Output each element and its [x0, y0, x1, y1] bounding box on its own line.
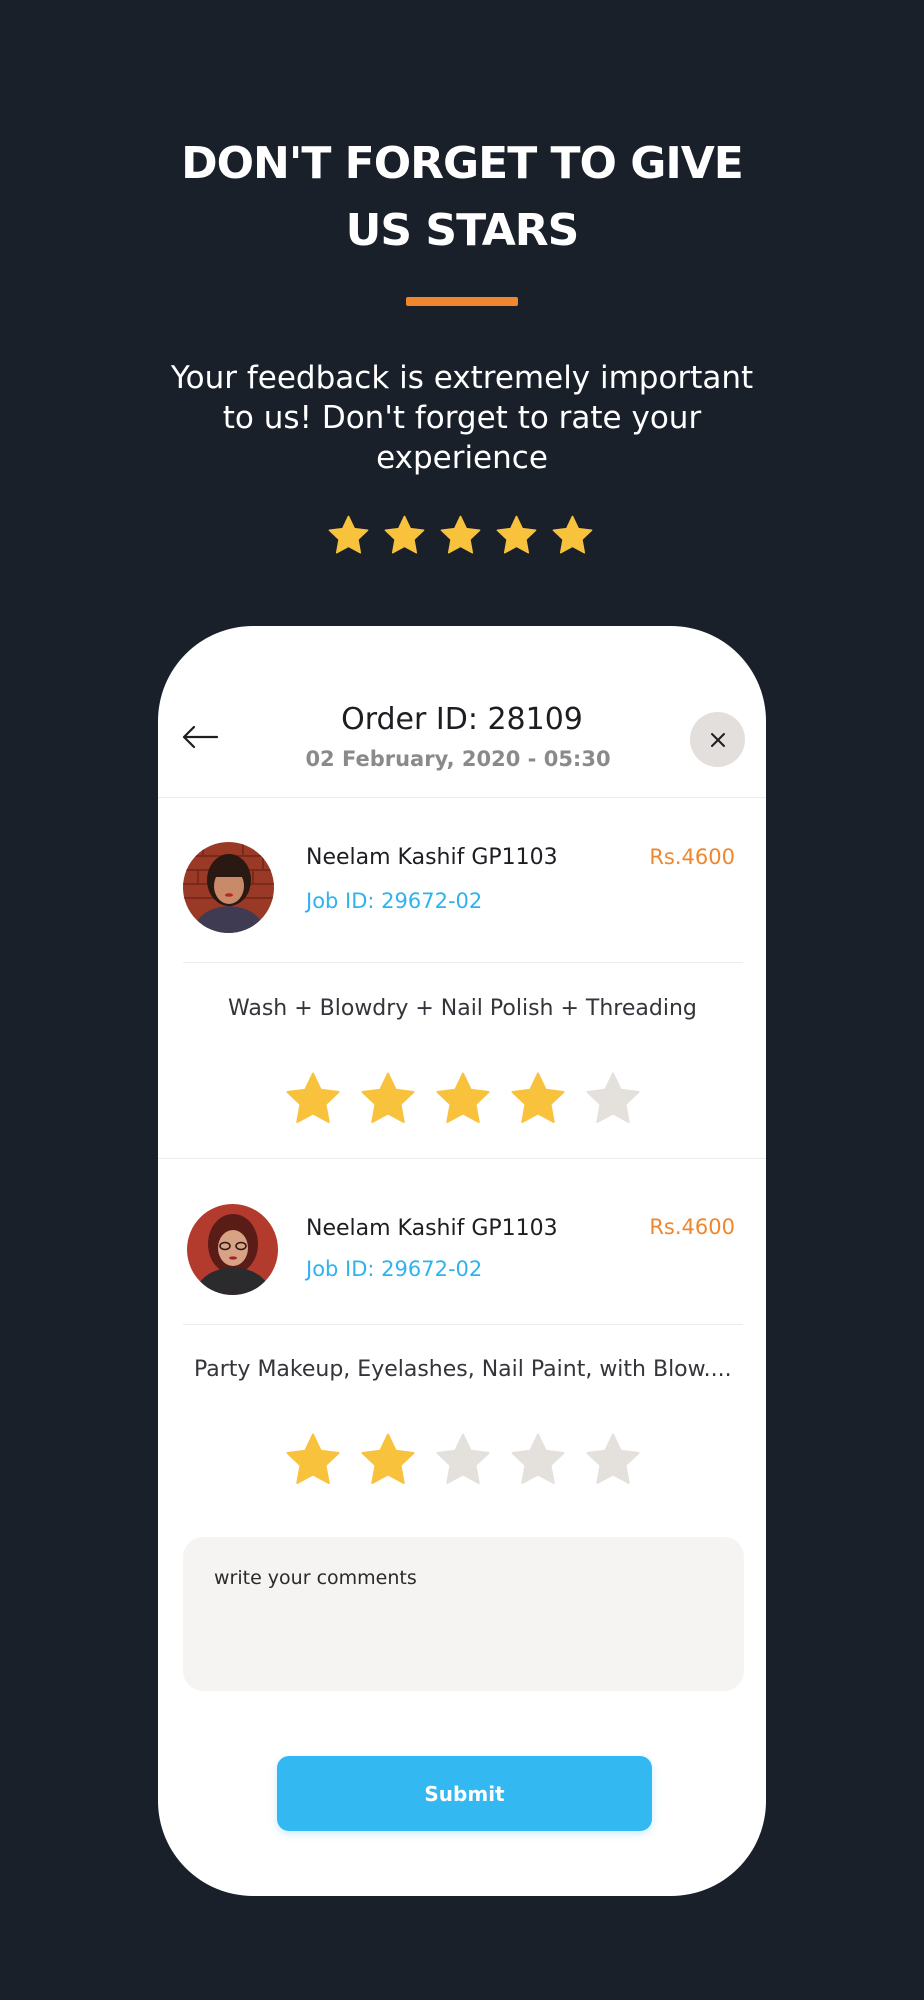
order-id-title: Order ID: 28109 — [341, 702, 583, 737]
star-empty-icon[interactable] — [433, 1430, 493, 1490]
provider-name: Neelam Kashif GP1103 — [306, 845, 558, 870]
star-icon — [552, 515, 593, 554]
provider-avatar — [187, 1204, 278, 1295]
star-empty-icon[interactable] — [508, 1430, 568, 1490]
star-empty-icon[interactable] — [583, 1069, 643, 1129]
promo-title: DON'T FORGET TO GIVE US STARS — [0, 130, 924, 264]
rating-stars — [283, 1069, 643, 1129]
comment-placeholder: write your comments — [214, 1567, 417, 1589]
promo-title-line-1: DON'T FORGET TO GIVE — [181, 138, 744, 189]
phone-screen: Order ID: 28109 02 February, 2020 - 05:3… — [158, 626, 766, 1896]
star-icon — [440, 515, 481, 554]
star-icon — [496, 515, 537, 554]
promo-subtitle: Your feedback is extremely important to … — [170, 360, 754, 476]
comment-input[interactable]: write your comments — [183, 1537, 744, 1691]
booking-divider — [183, 962, 743, 963]
star-empty-icon[interactable] — [583, 1430, 643, 1490]
price: Rs.4600 — [649, 845, 735, 869]
services-list: Party Makeup, Eyelashes, Nail Paint, wit… — [194, 1357, 732, 1382]
promo-title-line-2: US STARS — [345, 205, 580, 256]
star-icon — [384, 515, 425, 554]
services-list: Wash + Blowdry + Nail Polish + Threading — [228, 996, 697, 1021]
booking-separator — [158, 1158, 766, 1159]
promo-stars — [326, 513, 595, 563]
close-icon — [710, 732, 725, 747]
star-filled-icon[interactable] — [283, 1069, 343, 1129]
header-divider — [158, 797, 766, 798]
star-filled-icon[interactable] — [358, 1430, 418, 1490]
booking-divider — [183, 1324, 743, 1325]
star-icon — [328, 515, 369, 554]
provider-avatar — [183, 842, 274, 933]
star-filled-icon[interactable] — [358, 1069, 418, 1129]
submit-button[interactable]: Submit — [277, 1756, 652, 1831]
star-filled-icon[interactable] — [283, 1430, 343, 1490]
accent-divider — [406, 297, 518, 306]
job-id: Job ID: 29672-02 — [306, 889, 483, 913]
star-filled-icon[interactable] — [508, 1069, 568, 1129]
rating-stars — [283, 1430, 643, 1490]
close-button[interactable] — [690, 712, 745, 767]
order-date: 02 February, 2020 - 05:30 — [305, 747, 611, 771]
provider-name: Neelam Kashif GP1103 — [306, 1216, 558, 1241]
star-filled-icon[interactable] — [433, 1069, 493, 1129]
job-id: Job ID: 29672-02 — [306, 1257, 483, 1281]
order-header: Order ID: 28109 02 February, 2020 - 05:3… — [158, 626, 766, 797]
price: Rs.4600 — [649, 1215, 735, 1239]
